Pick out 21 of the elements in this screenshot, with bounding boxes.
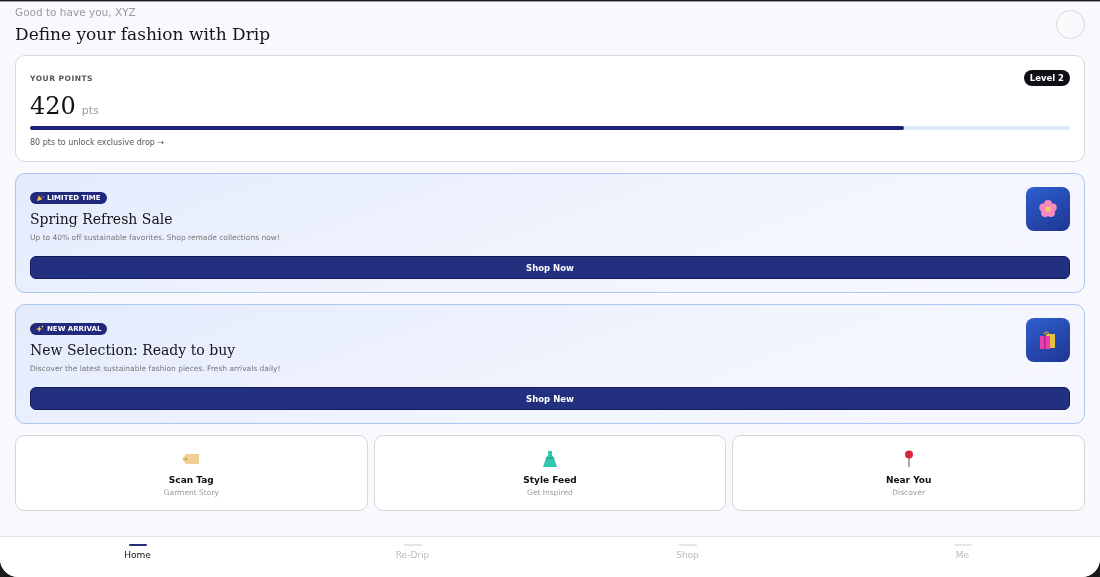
level-badge: Level 2	[1023, 70, 1070, 86]
page-title: Define your fashion with Drip	[15, 24, 271, 44]
quick-action-title: Scan Tag	[168, 474, 214, 485]
shop-button[interactable]: Shop Now	[30, 256, 1070, 279]
sparkles-icon	[36, 325, 44, 333]
quick-action-title: Style Feed	[523, 474, 577, 485]
quick-action-title: Near You	[885, 474, 932, 485]
flower-icon	[1038, 199, 1058, 219]
pin-icon	[903, 450, 914, 467]
avatar[interactable]	[1056, 10, 1085, 39]
party-popper-icon	[36, 194, 44, 202]
points-unit: pts	[81, 104, 99, 117]
promo-title: New Selection: Ready to buy	[30, 342, 237, 358]
promo-title: Spring Refresh Sale	[30, 211, 174, 227]
dress-icon	[543, 449, 557, 468]
greeting-text: Good to have you, XYZ	[15, 6, 137, 18]
tag-icon	[182, 452, 201, 465]
points-value: 420	[30, 92, 76, 120]
shop-button[interactable]: Shop New	[30, 387, 1070, 410]
points-hint: 80 pts to unlock exclusive drop →	[30, 138, 166, 147]
nav-tab[interactable]: Home	[0, 537, 275, 577]
